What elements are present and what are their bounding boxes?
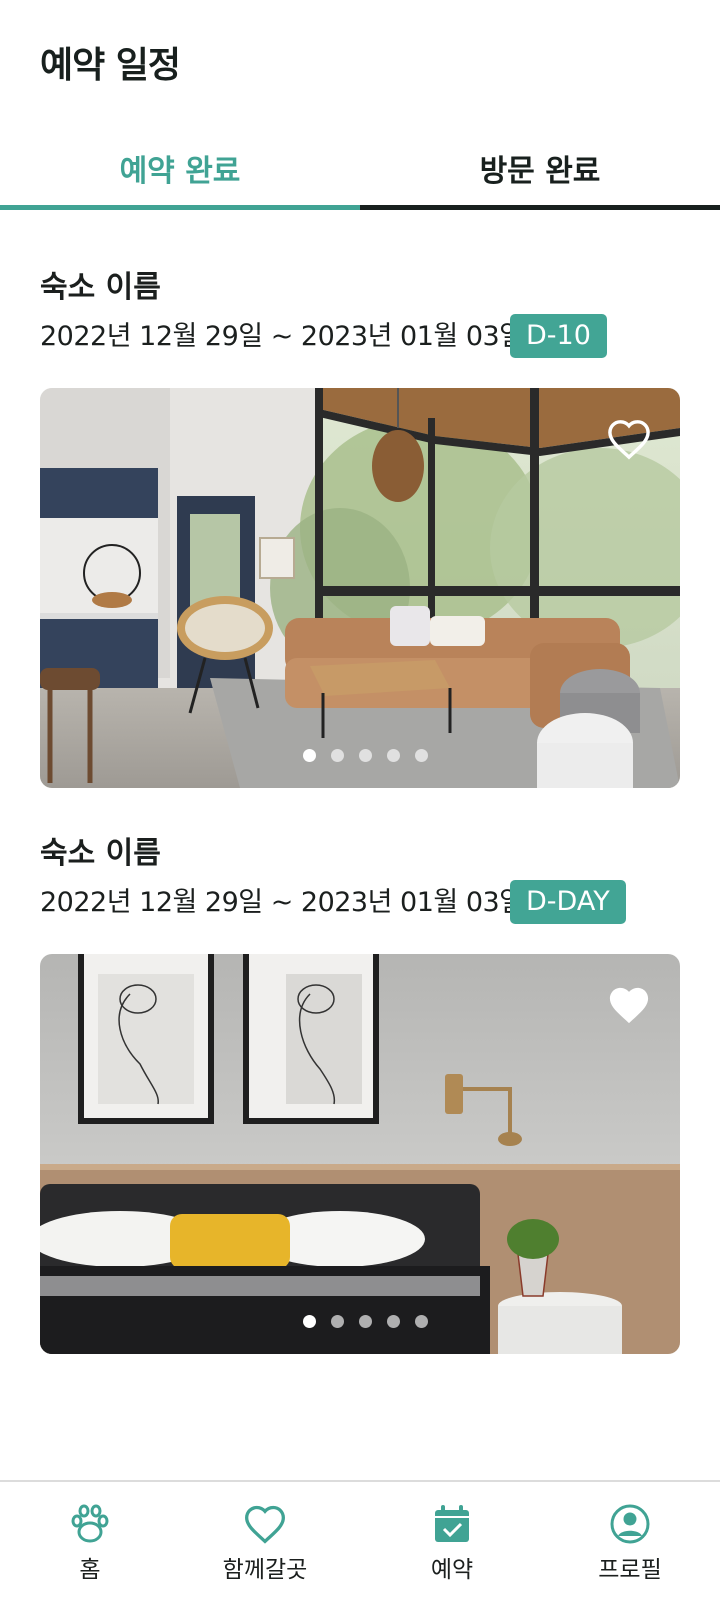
tab-bar: 예약 완료 방문 완료 <box>0 130 720 210</box>
living-room-photo[interactable] <box>40 388 680 788</box>
d-day-badge: D-DAY <box>510 880 626 924</box>
d-day-badge: D-10 <box>510 314 607 358</box>
stay-dates: 2022년 12월 29일 ~ 2023년 01월 03일 <box>40 321 524 352</box>
nav-together[interactable]: 함께갈곳 <box>175 1482 355 1602</box>
carousel-dot[interactable] <box>302 1315 316 1328</box>
carousel-dot[interactable] <box>386 749 400 762</box>
nav-label: 함께갈곳 <box>222 1557 308 1583</box>
profile-icon <box>610 1504 650 1544</box>
tab-visited[interactable]: 방문 완료 <box>360 130 720 210</box>
carousel-dot[interactable] <box>302 749 316 762</box>
nav-label: 예약 <box>430 1557 474 1583</box>
page-title: 예약 일정 <box>40 45 181 86</box>
favorite-heart-icon[interactable] <box>606 984 652 1026</box>
carousel-dot[interactable] <box>358 1315 372 1328</box>
carousel-dot[interactable] <box>330 749 344 762</box>
tab-booked[interactable]: 예약 완료 <box>0 130 360 210</box>
carousel-dot[interactable] <box>386 1315 400 1328</box>
favorite-heart-icon[interactable] <box>606 418 652 460</box>
carousel-indicator <box>40 749 680 762</box>
heart-icon <box>245 1505 285 1544</box>
nav-booking[interactable]: 예약 <box>362 1482 542 1602</box>
nav-home[interactable]: 홈 <box>0 1482 180 1602</box>
nav-profile[interactable]: 프로필 <box>540 1482 720 1602</box>
lodging-name[interactable]: 숙소 이름 <box>40 828 161 872</box>
carousel-indicator <box>40 1315 680 1328</box>
carousel-dot[interactable] <box>414 749 428 762</box>
bottom-nav: 홈 함께갈곳 예약 프로필 <box>0 1480 720 1602</box>
stay-dates: 2022년 12월 29일 ~ 2023년 01월 03일 <box>40 887 524 918</box>
lodging-name[interactable]: 숙소 이름 <box>40 262 161 306</box>
nav-label: 홈 <box>79 1557 101 1583</box>
nav-label: 프로필 <box>598 1557 662 1583</box>
carousel-dot[interactable] <box>414 1315 428 1328</box>
paw-icon <box>71 1504 109 1543</box>
bedroom-photo[interactable] <box>40 954 680 1354</box>
carousel-dot[interactable] <box>330 1315 344 1328</box>
calendar-check-icon <box>435 1505 469 1542</box>
carousel-dot[interactable] <box>358 749 372 762</box>
